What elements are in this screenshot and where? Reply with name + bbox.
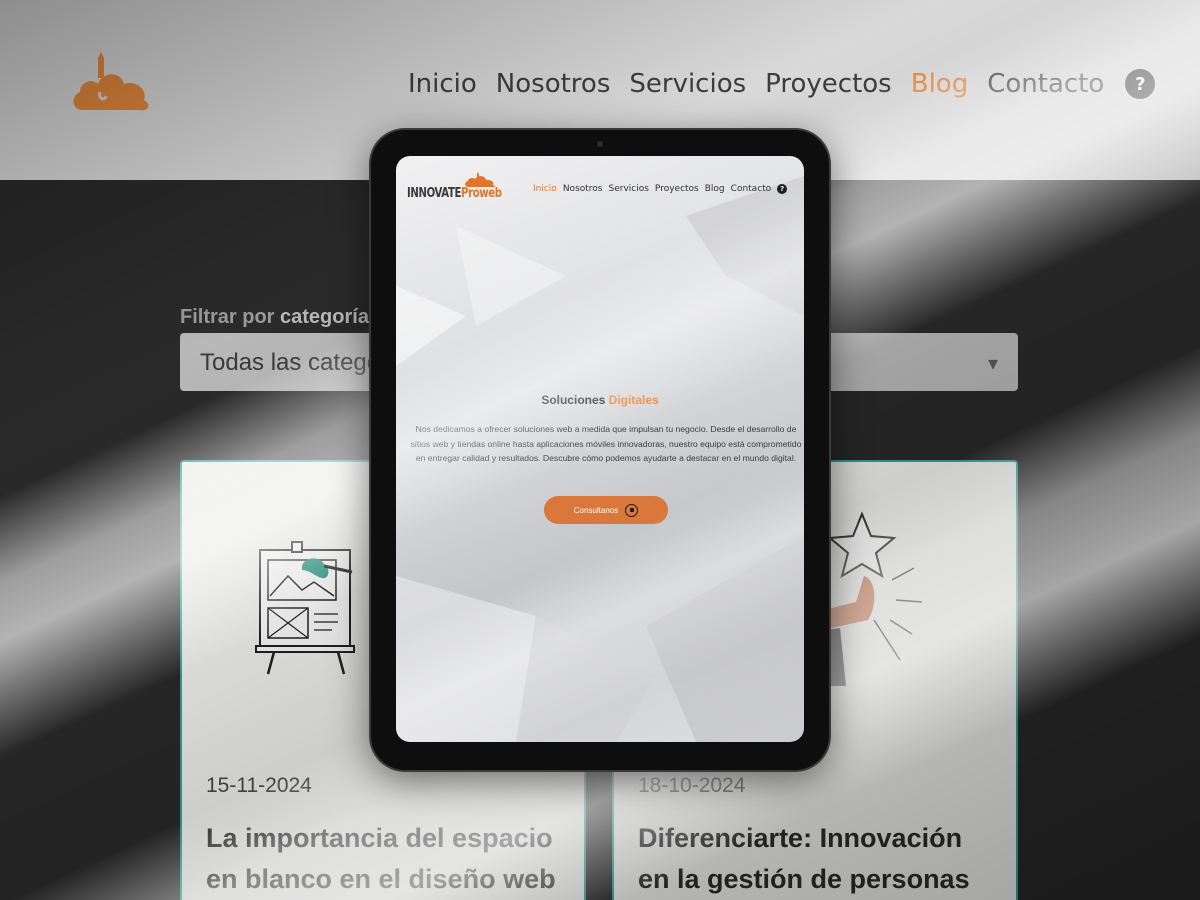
- hero-title-plain: Soluciones: [541, 393, 609, 407]
- post-date: 18-10-2024: [638, 774, 746, 797]
- hero-description: Nos dedicamos a ofrecer soluciones web a…: [410, 424, 802, 464]
- whatsapp-icon: [625, 503, 639, 517]
- nav-proyectos[interactable]: Proyectos: [655, 184, 699, 194]
- hero-title: Soluciones Digitales: [396, 393, 804, 407]
- post-title[interactable]: Diferenciarte: Innovación en la gestión …: [638, 818, 998, 900]
- help-icon[interactable]: ?: [777, 184, 788, 194]
- tablet-device: INNOVATEProweb Inicio Nosotros Servicios…: [371, 130, 829, 770]
- filter-label-bold: categoría: [280, 306, 369, 328]
- logo-text: INNOVATEProweb: [407, 186, 502, 201]
- nav-blog[interactable]: Blog: [911, 69, 968, 99]
- easel-painting-illustration: [255, 541, 355, 675]
- nav-contacto[interactable]: Contacto: [987, 69, 1104, 99]
- background-main-nav: Inicio Nosotros Servicios Proyectos Blog…: [408, 64, 1156, 104]
- logo-proweb: Proweb: [461, 186, 502, 201]
- nav-nosotros[interactable]: Nosotros: [496, 69, 611, 99]
- cta-label: Consultanos: [573, 505, 619, 515]
- consultanos-button[interactable]: Consultanos: [544, 496, 668, 524]
- nav-inicio[interactable]: Inicio: [533, 184, 557, 194]
- nav-servicios[interactable]: Servicios: [629, 69, 746, 99]
- tablet-main-nav: Inicio Nosotros Servicios Proyectos Blog…: [533, 183, 788, 195]
- nav-servicios[interactable]: Servicios: [609, 184, 649, 194]
- filter-label-prefix: Filtrar por: [180, 306, 281, 328]
- hero-title-accent: Digitales: [608, 393, 659, 407]
- tablet-screen: INNOVATEProweb Inicio Nosotros Servicios…: [396, 156, 804, 742]
- cloud-rocket-logo-icon[interactable]: [70, 52, 152, 114]
- category-filter-label: Filtrar por categoría: [180, 306, 369, 329]
- innovate-proweb-logo[interactable]: INNOVATEProweb: [407, 172, 502, 204]
- tablet-camera: [597, 141, 603, 147]
- help-icon[interactable]: ?: [1125, 69, 1156, 99]
- nav-contacto[interactable]: Contacto: [731, 184, 772, 194]
- logo-innovate: INNOVATE: [407, 186, 462, 201]
- post-date: 15-11-2024: [206, 774, 312, 797]
- nav-inicio[interactable]: Inicio: [408, 69, 477, 99]
- nav-nosotros[interactable]: Nosotros: [563, 184, 603, 194]
- post-title[interactable]: La importancia del espacio en blanco en …: [206, 818, 566, 900]
- nav-blog[interactable]: Blog: [705, 184, 725, 194]
- chevron-down-icon: ▾: [987, 353, 998, 375]
- nav-proyectos[interactable]: Proyectos: [765, 69, 892, 99]
